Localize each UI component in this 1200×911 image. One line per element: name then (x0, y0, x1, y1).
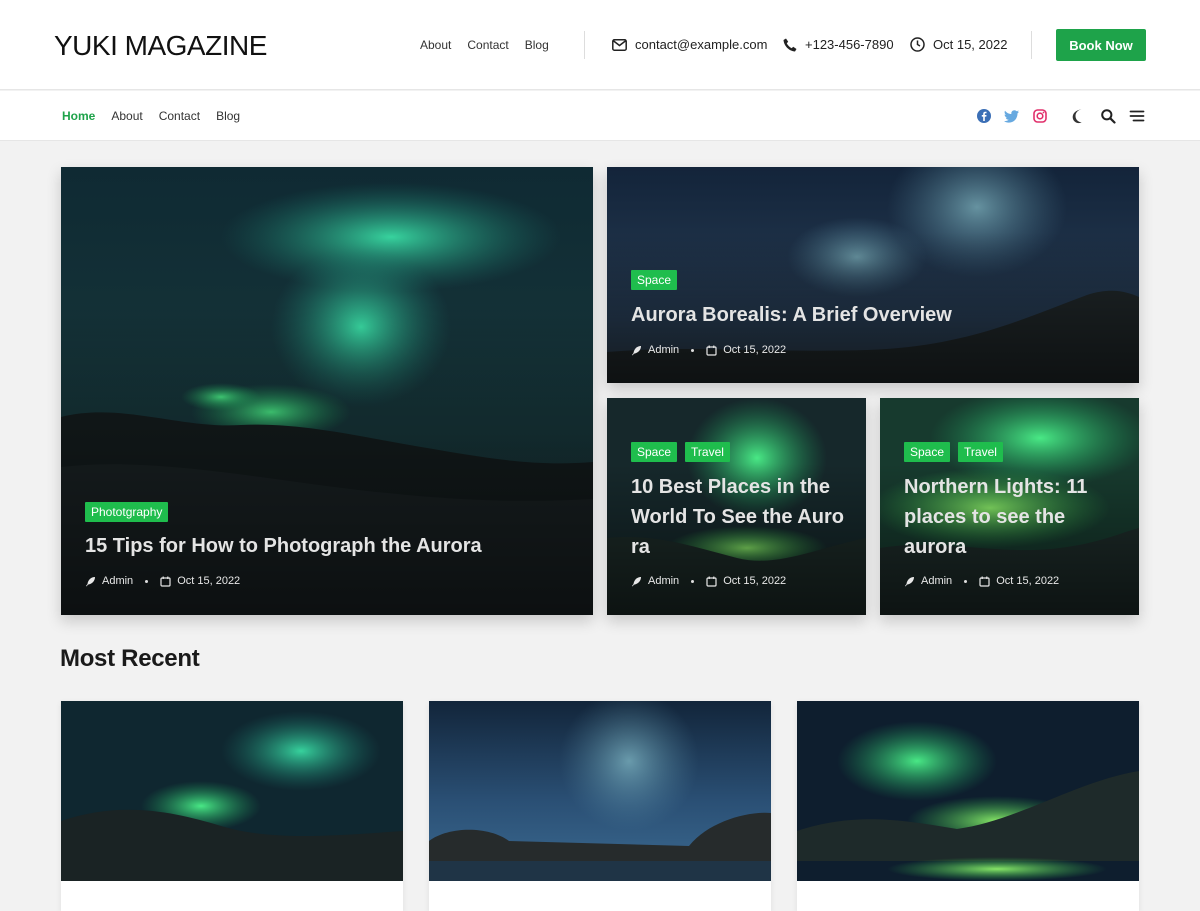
post-title[interactable]: Aurora Borealis: A Brief Overview (631, 300, 952, 330)
tag-travel[interactable]: Travel (958, 442, 1003, 462)
post-date: Oct 15, 2022 (996, 575, 1060, 587)
separator-dot (691, 579, 695, 583)
post-title[interactable]: Northern Lights: 11 places to see the au… (904, 472, 1129, 562)
nav-item-contact[interactable]: Contact (159, 109, 200, 123)
feather-icon (86, 576, 95, 586)
menu-icon[interactable] (1129, 108, 1145, 124)
nav-item-home[interactable]: Home (62, 109, 95, 123)
calendar-icon (706, 576, 717, 587)
post-title[interactable]: 15 Tips for How to Photograph the Aurora (85, 531, 482, 561)
post-title-line: ra (631, 536, 650, 558)
tag-travel[interactable]: Travel (685, 442, 730, 462)
calendar-icon (979, 576, 990, 587)
recent-post-card[interactable] (797, 701, 1139, 911)
post-title-line: aurora (904, 536, 967, 558)
divider (1031, 31, 1032, 59)
top-nav: About Contact Blog (420, 38, 549, 52)
nav-item-about[interactable]: About (111, 109, 142, 123)
moon-icon[interactable] (1070, 108, 1086, 124)
featured-post-wide[interactable]: Space Aurora Borealis: A Brief Overview … (607, 167, 1139, 383)
date-info: Oct 15, 2022 (910, 37, 1007, 52)
featured-post-small[interactable]: Space Travel 10 Best Places in the World… (607, 398, 866, 615)
phone-text[interactable]: +123-456-7890 (805, 37, 894, 52)
email-text[interactable]: contact@example.com (635, 37, 767, 52)
post-meta: Admin Oct 15, 2022 (904, 575, 1059, 587)
section-title-most-recent: Most Recent (60, 645, 200, 672)
site-logo[interactable]: YUKI MAGAZINE (54, 30, 267, 62)
facebook-icon[interactable] (976, 108, 992, 124)
tag-space[interactable]: Space (631, 442, 678, 462)
envelope-icon (612, 38, 627, 51)
aurora-image (61, 701, 403, 881)
post-author[interactable]: Admin (648, 344, 679, 356)
date-text: Oct 15, 2022 (933, 37, 1008, 52)
top-header: YUKI MAGAZINE About Contact Blog contact… (0, 0, 1200, 90)
phone-icon (783, 38, 797, 51)
post-meta: Admin Oct 15, 2022 (85, 575, 240, 587)
post-date: Oct 15, 2022 (723, 575, 787, 587)
twitter-icon[interactable] (1004, 108, 1020, 124)
tag-photography[interactable]: Phototgraphy (85, 502, 169, 522)
book-now-button[interactable]: Book Now (1056, 29, 1146, 61)
featured-post-small[interactable]: Space Travel Northern Lights: 11 places … (880, 398, 1139, 615)
post-title-line: 10 Best Places in the (631, 476, 830, 498)
feather-icon (632, 576, 641, 586)
calendar-icon (706, 345, 717, 356)
top-nav-about[interactable]: About (420, 38, 451, 52)
post-author[interactable]: Admin (102, 575, 133, 587)
post-meta: Admin Oct 15, 2022 (631, 575, 786, 587)
search-icon[interactable] (1100, 108, 1116, 124)
main-nav-bar: Home About Contact Blog (0, 91, 1200, 141)
recent-post-card[interactable] (429, 701, 771, 911)
post-tags: Space (631, 270, 678, 290)
recent-post-card[interactable] (61, 701, 403, 911)
nav-item-blog[interactable]: Blog (216, 109, 240, 123)
separator-dot (691, 348, 695, 352)
post-meta: Admin Oct 15, 2022 (631, 344, 786, 356)
feather-icon (905, 576, 914, 586)
separator-dot (964, 579, 968, 583)
post-title-line: places to see the (904, 506, 1066, 528)
instagram-icon[interactable] (1032, 108, 1048, 124)
aurora-image (429, 701, 771, 881)
post-author[interactable]: Admin (648, 575, 679, 587)
post-title-line: Northern Lights: 11 (904, 476, 1088, 498)
divider (584, 31, 585, 59)
email-info: contact@example.com (612, 37, 767, 52)
post-date: Oct 15, 2022 (723, 344, 787, 356)
post-tags: Phototgraphy (85, 502, 169, 522)
top-nav-contact[interactable]: Contact (467, 38, 508, 52)
post-title[interactable]: 10 Best Places in the World To See the A… (631, 472, 856, 562)
post-date: Oct 15, 2022 (177, 575, 241, 587)
featured-post-large[interactable]: Phototgraphy 15 Tips for How to Photogra… (61, 167, 593, 615)
separator-dot (145, 579, 149, 583)
aurora-image (797, 701, 1139, 881)
tag-space[interactable]: Space (904, 442, 951, 462)
tag-space[interactable]: Space (631, 270, 678, 290)
phone-info: +123-456-7890 (783, 37, 894, 52)
feather-icon (632, 345, 641, 355)
main-nav: Home About Contact Blog (62, 109, 240, 123)
clock-icon (910, 37, 925, 52)
top-nav-blog[interactable]: Blog (525, 38, 549, 52)
post-tags: Space Travel (904, 442, 1003, 462)
calendar-icon (160, 576, 171, 587)
post-title-line: World To See the Auro (631, 506, 844, 528)
post-author[interactable]: Admin (921, 575, 952, 587)
post-tags: Space Travel (631, 442, 730, 462)
